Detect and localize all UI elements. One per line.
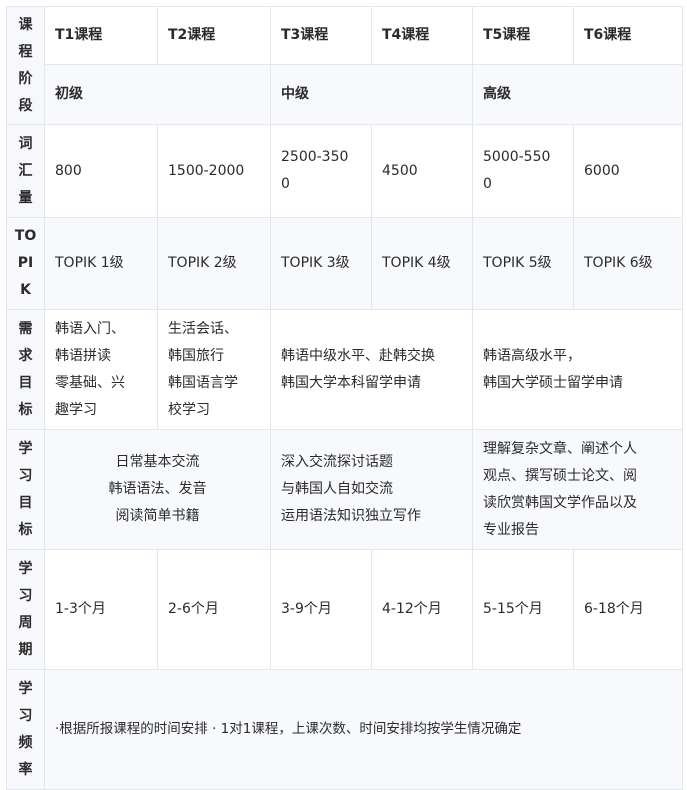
needs-label: 需 求 目 标: [6, 309, 45, 430]
period-t1: 1-3个月: [44, 549, 158, 670]
goals-row: 学 习 目 标 日常基本交流 韩语语法、发音 阅读简单书籍 深入交流探讨话题 与…: [6, 429, 683, 550]
topik-t3: TOPIK 3级: [270, 217, 372, 310]
topik-t6: TOPIK 6级: [573, 217, 683, 310]
needs-intermediate: 韩语中级水平、赴韩交换 韩国大学本科留学申请: [270, 309, 473, 430]
period-t4: 4-12个月: [371, 549, 473, 670]
period-t5: 5-15个月: [472, 549, 574, 670]
topik-t2: TOPIK 2级: [157, 217, 271, 310]
needs-t1: 韩语入门、 韩语拼读 零基础、兴 趣学习: [44, 309, 158, 430]
course-header-t4: T4课程: [371, 6, 473, 65]
vocab-row: 词 汇 量 800 1500-2000 2500-350 0 4500 5000…: [6, 124, 683, 218]
course-header-t2: T2课程: [157, 6, 271, 65]
vocab-label: 词 汇 量: [6, 124, 45, 218]
goals-label: 学 习 目 标: [6, 429, 45, 550]
topik-label: TO PI K: [6, 217, 45, 310]
period-t2: 2-6个月: [157, 549, 271, 670]
period-label: 学 习 周 期: [6, 549, 45, 670]
needs-row: 需 求 目 标 韩语入门、 韩语拼读 零基础、兴 趣学习 生活会话、 韩国旅行 …: [6, 309, 683, 430]
vocab-t6: 6000: [573, 124, 683, 218]
vocab-t5: 5000-550 0: [472, 124, 574, 218]
period-t3: 3-9个月: [270, 549, 372, 670]
period-row: 学 习 周 期 1-3个月 2-6个月 3-9个月 4-12个月 5-15个月 …: [6, 549, 683, 670]
level-advanced: 高级: [472, 64, 683, 125]
topik-t4: TOPIK 4级: [371, 217, 473, 310]
vocab-t4: 4500: [371, 124, 473, 218]
needs-t2: 生活会话、 韩国旅行 韩国语言学 校学习: [157, 309, 271, 430]
level-row: 初级 中级 高级: [7, 64, 683, 125]
goals-intermediate: 深入交流探讨话题 与韩国人自如交流 运用语法知识独立写作: [270, 429, 473, 550]
course-header-t5: T5课程: [472, 6, 574, 65]
vocab-t2: 1500-2000: [157, 124, 271, 218]
course-table: 课 程 阶 段 T1课程 T2课程 T3课程 T4课程 T5课程 T6课程 初级…: [6, 6, 683, 790]
stage-label: 课 程 阶 段: [6, 6, 45, 125]
header-row: 课 程 阶 段 T1课程 T2课程 T3课程 T4课程 T5课程 T6课程: [6, 6, 683, 125]
period-t6: 6-18个月: [573, 549, 683, 670]
goals-advanced: 理解复杂文章、阐述个人 观点、撰写硕士论文、阅 读欣赏韩国文学作品以及 专业报告: [472, 429, 683, 550]
topik-t1: TOPIK 1级: [44, 217, 158, 310]
course-header-t3: T3课程: [270, 6, 372, 65]
frequency-row: 学 习 频 率 ·根据所报课程的时间安排 · 1对1课程，上课次数、时间安排均按…: [6, 669, 683, 790]
frequency-text: ·根据所报课程的时间安排 · 1对1课程，上课次数、时间安排均按学生情况确定: [44, 669, 683, 790]
frequency-label: 学 习 频 率: [6, 669, 45, 790]
needs-advanced: 韩语高级水平， 韩国大学硕士留学申请: [472, 309, 683, 430]
vocab-t3: 2500-350 0: [270, 124, 372, 218]
goals-beginner: 日常基本交流 韩语语法、发音 阅读简单书籍: [44, 429, 271, 550]
topik-row: TO PI K TOPIK 1级 TOPIK 2级 TOPIK 3级 TOPIK…: [6, 217, 683, 310]
level-beginner: 初级: [44, 64, 271, 125]
vocab-t1: 800: [44, 124, 158, 218]
topik-t5: TOPIK 5级: [472, 217, 574, 310]
level-intermediate: 中级: [270, 64, 473, 125]
course-header-t1: T1课程: [44, 6, 158, 65]
course-header-t6: T6课程: [573, 6, 683, 65]
